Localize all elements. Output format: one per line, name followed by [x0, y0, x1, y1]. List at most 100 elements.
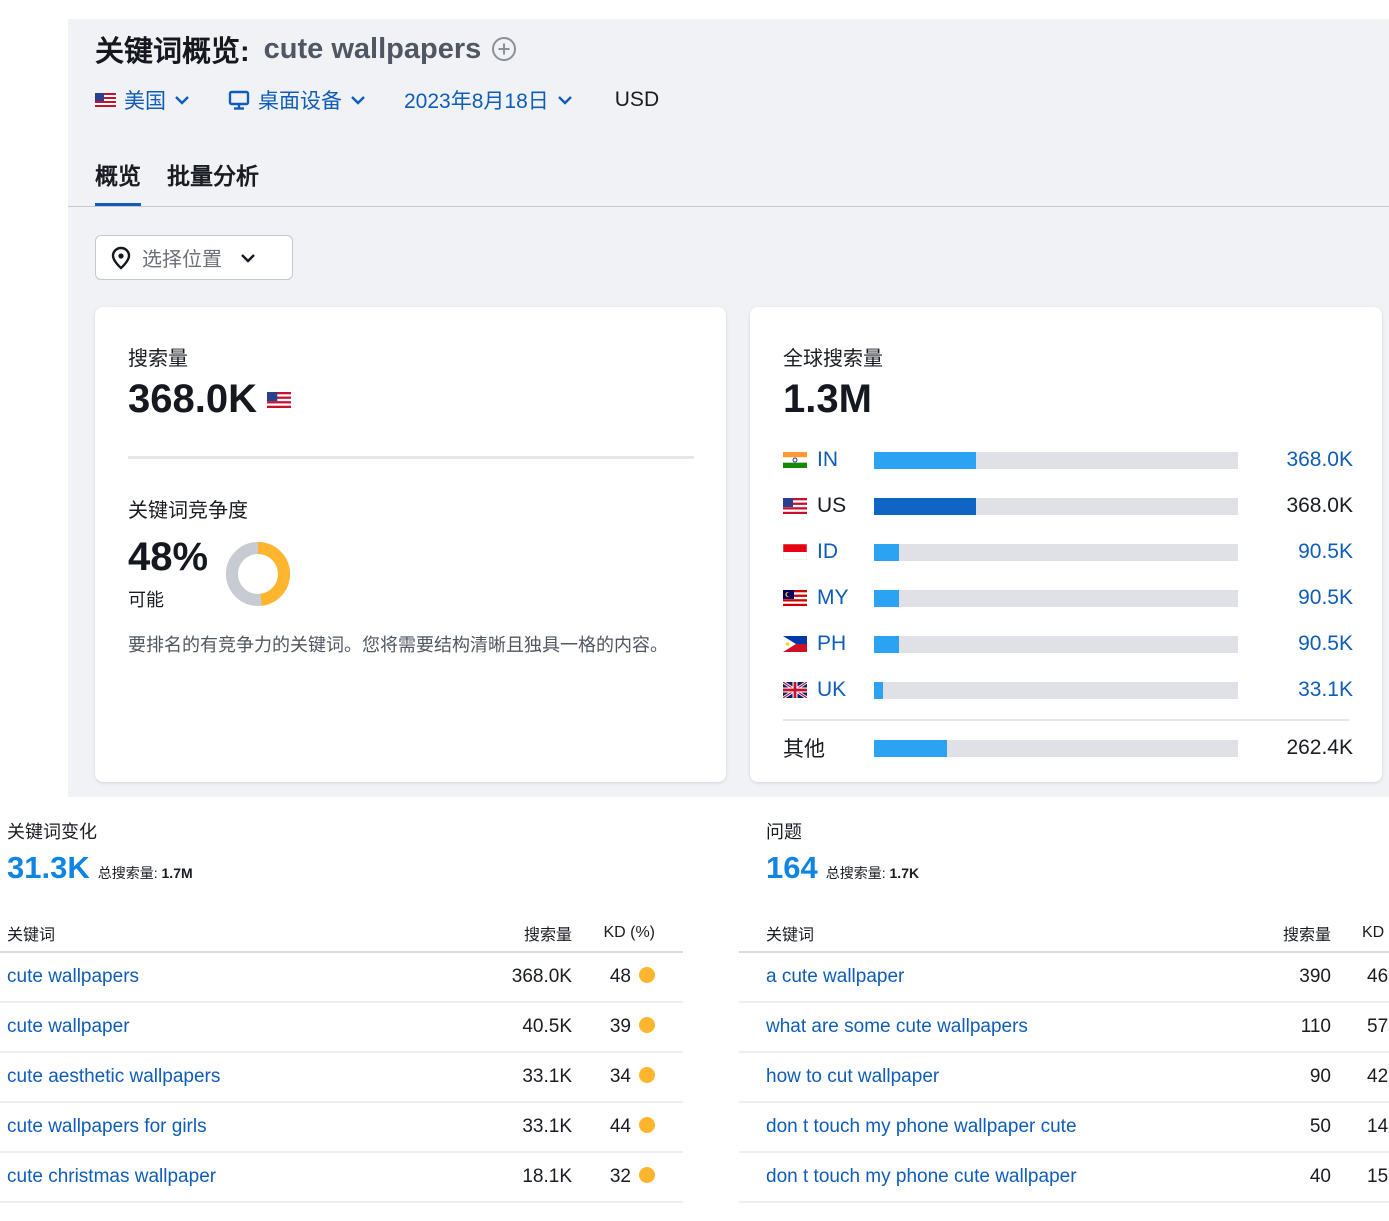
- country-row-ph: PH 90.5K: [783, 629, 1353, 659]
- country-code[interactable]: MY: [817, 586, 875, 610]
- table-row: what are some cute wallpapers 110 57: [739, 1003, 1389, 1053]
- page-title: 关键词概览: cute wallpapers: [95, 31, 517, 68]
- add-circle-icon[interactable]: [491, 36, 517, 62]
- variations-total-label: 总搜索量:: [97, 865, 158, 881]
- filter-bar: 美国 桌面设备 2023年8月18日 USD: [95, 83, 659, 117]
- questions-total-value: 1.7K: [889, 865, 920, 881]
- keyword-link[interactable]: cute christmas wallpaper: [7, 1166, 216, 1188]
- date-dropdown[interactable]: 2023年8月18日: [404, 85, 573, 115]
- kd-dot-icon: [639, 1166, 655, 1183]
- global-volume-value: 1.3M: [783, 377, 872, 421]
- keyword-link[interactable]: cute wallpaper: [7, 1016, 130, 1038]
- volume-value-row: 368.0K: [128, 377, 291, 422]
- kd-number: 15: [1367, 1166, 1389, 1187]
- variations-title: 关键词变化: [7, 822, 97, 842]
- kd-cell: 39: [610, 1016, 655, 1038]
- share-bar-fill: [874, 739, 947, 757]
- country-label: 美国: [124, 90, 166, 113]
- kd-number: 32: [609, 1166, 631, 1187]
- other-volume: 262.4K: [1286, 736, 1353, 759]
- table-row: cute wallpaper 40.5K 39: [0, 1003, 683, 1053]
- device-dropdown[interactable]: 桌面设备: [228, 85, 366, 115]
- keyword-volume: 390: [1299, 966, 1331, 987]
- country-code[interactable]: PH: [817, 632, 875, 656]
- share-bar: [874, 497, 1238, 515]
- share-bar-fill: [874, 681, 884, 699]
- col-keyword[interactable]: 关键词: [766, 921, 814, 945]
- questions-count[interactable]: 164: [766, 850, 818, 886]
- kd-value: 48%: [128, 535, 209, 579]
- tab-bulk-analysis[interactable]: 批量分析: [167, 154, 259, 206]
- keyword-link[interactable]: cute wallpapers: [7, 966, 139, 988]
- keyword-link[interactable]: a cute wallpaper: [766, 966, 904, 988]
- title-prefix: 关键词概览:: [95, 36, 250, 68]
- keyword-link[interactable]: what are some cute wallpapers: [766, 1016, 1028, 1038]
- malaysia-flag-icon: [783, 590, 807, 606]
- keyword-volume: 18.1K: [522, 1166, 572, 1187]
- monitor-icon: [228, 90, 250, 110]
- chevron-down-icon: [241, 253, 255, 263]
- keyword-link[interactable]: don t touch my phone cute wallpaper: [766, 1166, 1077, 1188]
- kd-number: 57: [1367, 1016, 1389, 1037]
- indonesia-flag-icon: [783, 544, 807, 560]
- share-bar: [874, 739, 1238, 757]
- global-volume-label: 全球搜索量: [783, 348, 883, 370]
- variations-total-value: 1.7M: [161, 865, 193, 881]
- title-keyword: cute wallpapers: [263, 32, 482, 65]
- keyword-volume: 33.1K: [522, 1116, 572, 1137]
- kd-dot-icon: [639, 1066, 655, 1083]
- kd-cell: 48: [610, 966, 655, 988]
- kd-cell: 34: [610, 1066, 655, 1088]
- kd-description: 要排名的有竞争力的关键词。您将需要结构清晰且独具一格的内容。: [128, 635, 668, 655]
- col-kd[interactable]: KD (%): [603, 924, 655, 942]
- country-volume[interactable]: 90.5K: [1298, 540, 1353, 564]
- keyword-link[interactable]: don t touch my phone wallpaper cute: [766, 1116, 1077, 1138]
- kd-number: 48: [609, 966, 631, 987]
- col-volume[interactable]: 搜索量: [1283, 921, 1331, 945]
- share-bar-fill: [874, 589, 900, 607]
- share-bar: [874, 635, 1238, 653]
- share-bar-fill: [874, 543, 900, 561]
- kd-number: 44: [609, 1116, 631, 1137]
- country-volume[interactable]: 368.0K: [1286, 448, 1353, 472]
- country-code[interactable]: UK: [817, 678, 875, 702]
- keyword-link[interactable]: how to cut wallpaper: [766, 1066, 939, 1088]
- col-kd[interactable]: KD: [1362, 924, 1384, 942]
- keyword-link[interactable]: cute aesthetic wallpapers: [7, 1066, 220, 1088]
- volume-label: 搜索量: [128, 348, 188, 370]
- volume-value: 368.0K: [128, 377, 257, 421]
- share-bar: [874, 451, 1238, 469]
- country-volume[interactable]: 90.5K: [1298, 632, 1353, 656]
- kd-status: 可能: [128, 590, 164, 610]
- keyword-volume: 50: [1309, 1116, 1331, 1137]
- us-flag-icon: [783, 498, 807, 514]
- variations-total: 总搜索量: 1.7M: [98, 863, 193, 883]
- country-code[interactable]: ID: [817, 540, 875, 564]
- location-select[interactable]: 选择位置: [95, 235, 293, 280]
- kd-dot-icon: [639, 1016, 655, 1033]
- country-volume[interactable]: 90.5K: [1298, 586, 1353, 610]
- country-dropdown[interactable]: 美国: [95, 85, 190, 115]
- keyword-volume: 368.0K: [511, 966, 572, 987]
- country-code[interactable]: IN: [817, 448, 875, 472]
- table-row: cute aesthetic wallpapers 33.1K 34: [0, 1053, 683, 1103]
- keyword-link[interactable]: cute wallpapers for girls: [7, 1116, 207, 1138]
- col-keyword[interactable]: 关键词: [7, 921, 55, 945]
- us-flag-icon: [95, 93, 116, 107]
- location-pin-icon: [111, 246, 131, 270]
- keyword-volume: 40.5K: [522, 1016, 572, 1037]
- location-select-label: 选择位置: [142, 249, 222, 271]
- device-label: 桌面设备: [258, 90, 342, 113]
- tabs-divider: [68, 206, 1389, 207]
- col-volume[interactable]: 搜索量: [524, 921, 572, 945]
- philippines-flag-icon: [783, 636, 807, 652]
- tab-overview[interactable]: 概览: [95, 154, 141, 206]
- variations-count[interactable]: 31.3K: [7, 850, 90, 886]
- questions-total: 总搜索量: 1.7K: [826, 863, 919, 883]
- table-header: 关键词 搜索量 KD (%): [0, 915, 683, 953]
- share-bar: [874, 543, 1238, 561]
- card-divider: [128, 456, 694, 459]
- country-volume[interactable]: 33.1K: [1298, 678, 1353, 702]
- questions-total-label: 总搜索量:: [825, 865, 886, 881]
- country-row-us: US 368.0K: [783, 491, 1353, 521]
